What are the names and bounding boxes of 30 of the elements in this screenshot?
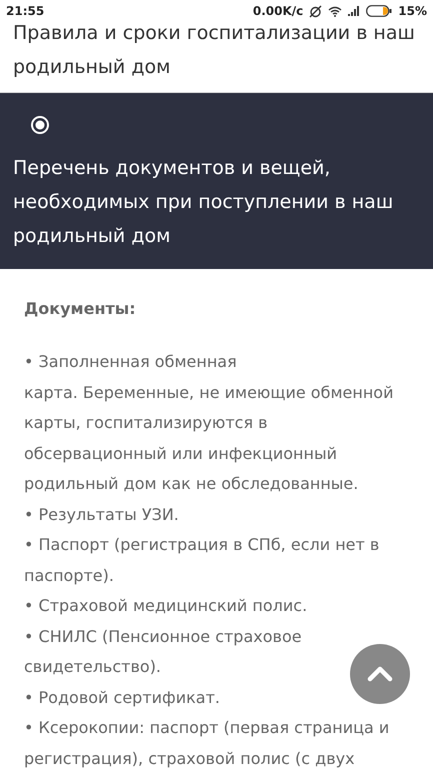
alarm-off-icon	[309, 4, 322, 18]
list-text-line: • Заполненная обменная	[24, 351, 237, 373]
section-title: Перечень документов и вещей,	[13, 156, 332, 181]
list-text-line: паспорте).	[24, 564, 114, 586]
list-text-line: • Ксерокопии: паспорт (первая страница и	[24, 717, 390, 739]
list-text-line: • Паспорт (регистрация в СПб, если нет в	[24, 534, 380, 556]
list-text-line: регистрация), страховой полис (с двух	[24, 748, 355, 770]
list-text-line: • Родовой сертификат.	[24, 686, 220, 708]
wifi-icon	[328, 6, 342, 16]
list-text-line: • СНИЛС (Пенсионное страховое	[24, 626, 302, 648]
accordion-panel[interactable]: Перечень документов и вещей, необходимых при поступлении в наш родильный дом	[0, 93, 433, 269]
signal-icon	[348, 6, 360, 16]
list-text-line: карты, госпитализируются в	[24, 412, 268, 434]
battery-percent: 15%	[398, 3, 427, 20]
list-text-line: свидетельство).	[24, 656, 162, 678]
status-time: 21:55	[6, 3, 44, 20]
list-text-line: • Страховой медицинский полис.	[24, 595, 308, 617]
list-text-line: карта. Беременные, не имеющие обменной	[24, 382, 394, 404]
section-title: родильный дом	[13, 224, 172, 249]
radio-icon[interactable]	[30, 115, 50, 135]
network-speed: 0.00K/c	[252, 3, 304, 20]
content-heading: Документы:	[24, 298, 137, 320]
page-title: Правила и сроки госпитализации в наш	[13, 21, 416, 46]
section-title: необходимых при поступлении в наш	[13, 190, 394, 215]
list-text-line: родильный дом как не обследованные.	[24, 473, 358, 495]
list-text-line: • Результаты УЗИ.	[24, 504, 179, 526]
list-text-line: обсервационный или инфекционный	[24, 442, 337, 464]
battery-icon	[366, 5, 392, 17]
chevron-up-icon	[367, 666, 393, 682]
page-title: родильный дом	[13, 55, 172, 80]
